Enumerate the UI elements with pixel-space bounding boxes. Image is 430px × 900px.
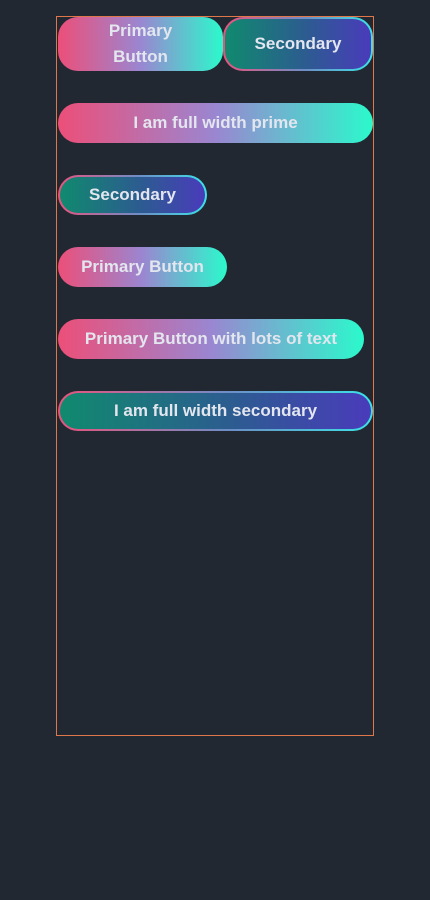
full-width-primary-button[interactable]: I am full width prime	[58, 103, 373, 143]
secondary-button-small-label: Secondary	[89, 185, 176, 204]
primary-button[interactable]: Primary Button	[58, 247, 227, 287]
primary-button-wrapped-label: Primary Button	[108, 21, 173, 66]
secondary-button-small[interactable]: Secondary	[58, 175, 207, 215]
primary-button-wrapped[interactable]: Primary Button	[58, 17, 223, 71]
full-width-primary-button-label: I am full width prime	[133, 113, 298, 132]
full-width-secondary-button[interactable]: I am full width secondary	[58, 391, 373, 431]
secondary-button-top[interactable]: Secondary	[223, 17, 373, 71]
primary-button-label: Primary Button	[81, 257, 204, 276]
full-width-secondary-button-label: I am full width secondary	[113, 401, 318, 420]
primary-button-long-text-label: Primary Button with lots of text	[84, 329, 338, 348]
secondary-button-top-label: Secondary	[254, 34, 342, 53]
primary-button-long-text[interactable]: Primary Button with lots of text	[58, 319, 364, 359]
